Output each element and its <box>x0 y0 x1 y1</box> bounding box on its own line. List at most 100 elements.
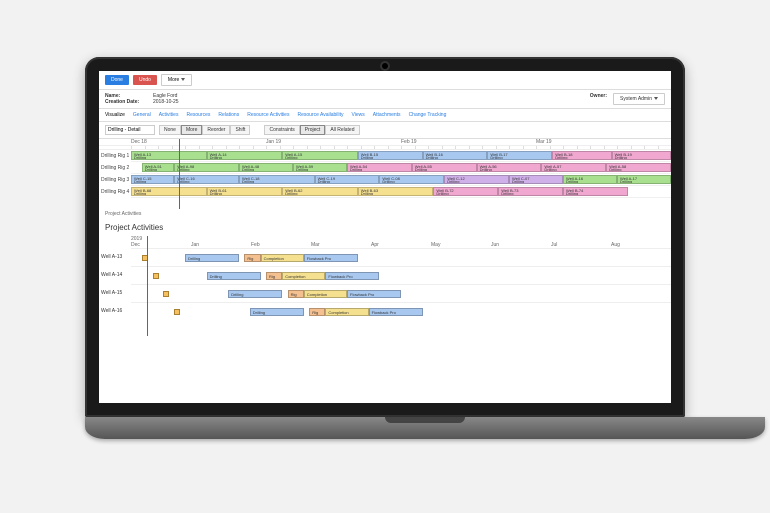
gantt-bar[interactable]: Well C-16Drilling <box>174 175 239 184</box>
gantt-bar[interactable]: Well A-15Drilling <box>282 151 358 160</box>
tab-change-tracking[interactable]: Change Tracking <box>409 112 447 118</box>
gantt-bar[interactable]: Well C-07Drilling <box>509 175 563 184</box>
gantt-bar[interactable]: Well A-55Drilling <box>412 163 477 172</box>
nav-tabs: Visualize General Activities Resources Relat… <box>99 109 671 122</box>
gantt-bar[interactable]: Well B-15Drilling <box>358 151 423 160</box>
gantt-bar[interactable]: Well B-62Drilling <box>282 187 358 196</box>
activity-bar[interactable]: Flowback Pro <box>369 308 423 316</box>
gantt-bar[interactable]: Well B-17Drilling <box>487 151 552 160</box>
top-toolbar: Done Undo More <box>99 71 671 90</box>
month-label: Jan 19 <box>266 139 401 145</box>
activity-bar[interactable]: Completion <box>282 272 325 280</box>
gantt-bar[interactable]: Well C-12Drilling <box>444 175 509 184</box>
activity-bar[interactable]: Rig <box>266 272 282 280</box>
milestone-icon[interactable] <box>174 309 180 315</box>
timeline-header: Dec 18Jan 19Feb 19Mar 19 <box>99 139 671 146</box>
gantt-bar[interactable]: Well A-54Drilling <box>347 163 412 172</box>
laptop-base <box>85 417 765 439</box>
activity-bar[interactable]: Rig <box>309 308 325 316</box>
activity-bar[interactable]: Completion <box>325 308 368 316</box>
project-activities-chart[interactable]: 2019 DecJanFebMarAprMayJunJulAug Well A-… <box>99 236 671 336</box>
gantt-bar[interactable]: Well A-17Drilling <box>617 175 671 184</box>
tab-visualize[interactable]: Visualize <box>105 112 125 118</box>
gantt-bar[interactable]: Well A-16Drilling <box>563 175 617 184</box>
activity-bar[interactable]: Flowback Pro <box>347 290 401 298</box>
activity-row: Well A-16DrillingRigCompletionFlowback P… <box>99 302 671 320</box>
all-related-button[interactable]: All Related <box>325 125 359 135</box>
screen-bezel: Done Undo More Name:Eagle Ford Creation … <box>85 57 685 417</box>
app-screen: Done Undo More Name:Eagle Ford Creation … <box>99 71 671 403</box>
gantt-bar[interactable]: Well B-19Drilling <box>612 151 671 160</box>
gantt-bar[interactable]: Well B-16Drilling <box>423 151 488 160</box>
gantt-bar[interactable]: Well A-13Drilling <box>131 151 207 160</box>
header-info: Name:Eagle Ford Creation Date:2018-10-25… <box>99 90 671 109</box>
tab-attachments[interactable]: Attachments <box>373 112 401 118</box>
tab-resource-availability[interactable]: Resource Availability <box>297 112 343 118</box>
section-label: Project Activities <box>99 209 671 219</box>
gantt-bar[interactable]: Well A-57Drilling <box>541 163 606 172</box>
undo-button[interactable]: Undo <box>133 75 157 85</box>
done-button[interactable]: Done <box>105 75 129 85</box>
tab-views[interactable]: Views <box>352 112 365 118</box>
activity-bar[interactable]: Drilling <box>185 254 239 262</box>
activity-bar[interactable]: Rig <box>244 254 260 262</box>
view-toolbar: NoneMoreReorderShift ConstraintsProjectA… <box>99 122 671 139</box>
gantt-row: Drilling Rig 2 Well A-51DrillingWell A-98… <box>99 162 671 174</box>
activity-bar[interactable]: Rig <box>288 290 304 298</box>
rig-label: Drilling Rig 2 <box>99 165 131 171</box>
gantt-bar[interactable]: Well B-18Drilling <box>552 151 611 160</box>
more-button[interactable]: More <box>161 74 192 86</box>
gantt-row: Drilling Rig 3Well C-15DrillingWell C-16… <box>99 174 671 186</box>
activity-bar[interactable]: Drilling <box>207 272 261 280</box>
gantt-bar[interactable]: Well A-48Drilling <box>239 163 293 172</box>
well-label: Well A-14 <box>99 272 131 278</box>
project-button[interactable]: Project <box>300 125 326 135</box>
webcam-icon <box>382 63 388 69</box>
activity-bar[interactable]: Drilling <box>250 308 304 316</box>
gantt-bar[interactable]: Well B-72Drilling <box>433 187 498 196</box>
tab-relations[interactable]: Relations <box>218 112 239 118</box>
tab-resource-activities[interactable]: Resource Activities <box>247 112 289 118</box>
rig-label: Drilling Rig 1 <box>99 153 131 159</box>
gantt-bar[interactable]: Well B-74Drilling <box>563 187 628 196</box>
gantt-bar[interactable]: Well C-19Drilling <box>315 175 380 184</box>
gantt-bar[interactable]: Well A-58Drilling <box>606 163 671 172</box>
gantt-bar[interactable]: Well A-14Drilling <box>207 151 283 160</box>
month-label: Dec 18 <box>131 139 266 145</box>
date-label: Creation Date: <box>105 99 145 105</box>
shift-button[interactable]: Shift <box>230 125 250 135</box>
activity-bar[interactable]: Flowback Pro <box>325 272 379 280</box>
none-button[interactable]: None <box>159 125 181 135</box>
gantt-bar[interactable]: Well C-08Drilling <box>379 175 444 184</box>
gantt-chart[interactable]: Dec 18Jan 19Feb 19Mar 19 Drilling Rig 1W… <box>99 139 671 209</box>
creation-date: 2018-10-25 <box>153 99 179 105</box>
gantt-bar[interactable]: Well C-15Drilling <box>131 175 174 184</box>
gantt-bar[interactable]: Well A-98Drilling <box>174 163 239 172</box>
milestone-icon[interactable] <box>153 273 159 279</box>
gantt-row: Drilling Rig 4Well B-68DrillingWell B-61… <box>99 186 671 198</box>
more-button[interactable]: More <box>181 125 202 135</box>
constraints-button[interactable]: Constraints <box>264 125 299 135</box>
tab-resources[interactable]: Resources <box>186 112 210 118</box>
reorder-button[interactable]: Reorder <box>202 125 230 135</box>
gantt-bar[interactable]: Well B-68Drilling <box>131 187 207 196</box>
tab-activities[interactable]: Activities <box>159 112 179 118</box>
tab-general[interactable]: General <box>133 112 151 118</box>
gantt-bar[interactable]: Well B-61Drilling <box>207 187 283 196</box>
rig-label: Drilling Rig 4 <box>99 189 131 195</box>
milestone-icon[interactable] <box>163 291 169 297</box>
activity-row: Well A-15DrillingRigCompletionFlowback P… <box>99 284 671 302</box>
admin-button[interactable]: System Admin <box>613 93 665 105</box>
activity-bar[interactable]: Flowback Pro <box>304 254 358 262</box>
view-select[interactable] <box>105 125 155 135</box>
activity-bar[interactable]: Drilling <box>228 290 282 298</box>
gantt-bar[interactable]: Well A-51Drilling <box>142 163 174 172</box>
gantt-bar[interactable]: Well A-59Drilling <box>293 163 347 172</box>
project-activities-title: Project Activities <box>99 219 671 236</box>
gantt-bar[interactable]: Well B-63Drilling <box>358 187 434 196</box>
activity-bar[interactable]: Completion <box>261 254 304 262</box>
gantt-bar[interactable]: Well A-56Drilling <box>477 163 542 172</box>
gantt-bar[interactable]: Well B-73Drilling <box>498 187 563 196</box>
activity-bar[interactable]: Completion <box>304 290 347 298</box>
gantt-bar[interactable]: Well C-18Drilling <box>239 175 315 184</box>
